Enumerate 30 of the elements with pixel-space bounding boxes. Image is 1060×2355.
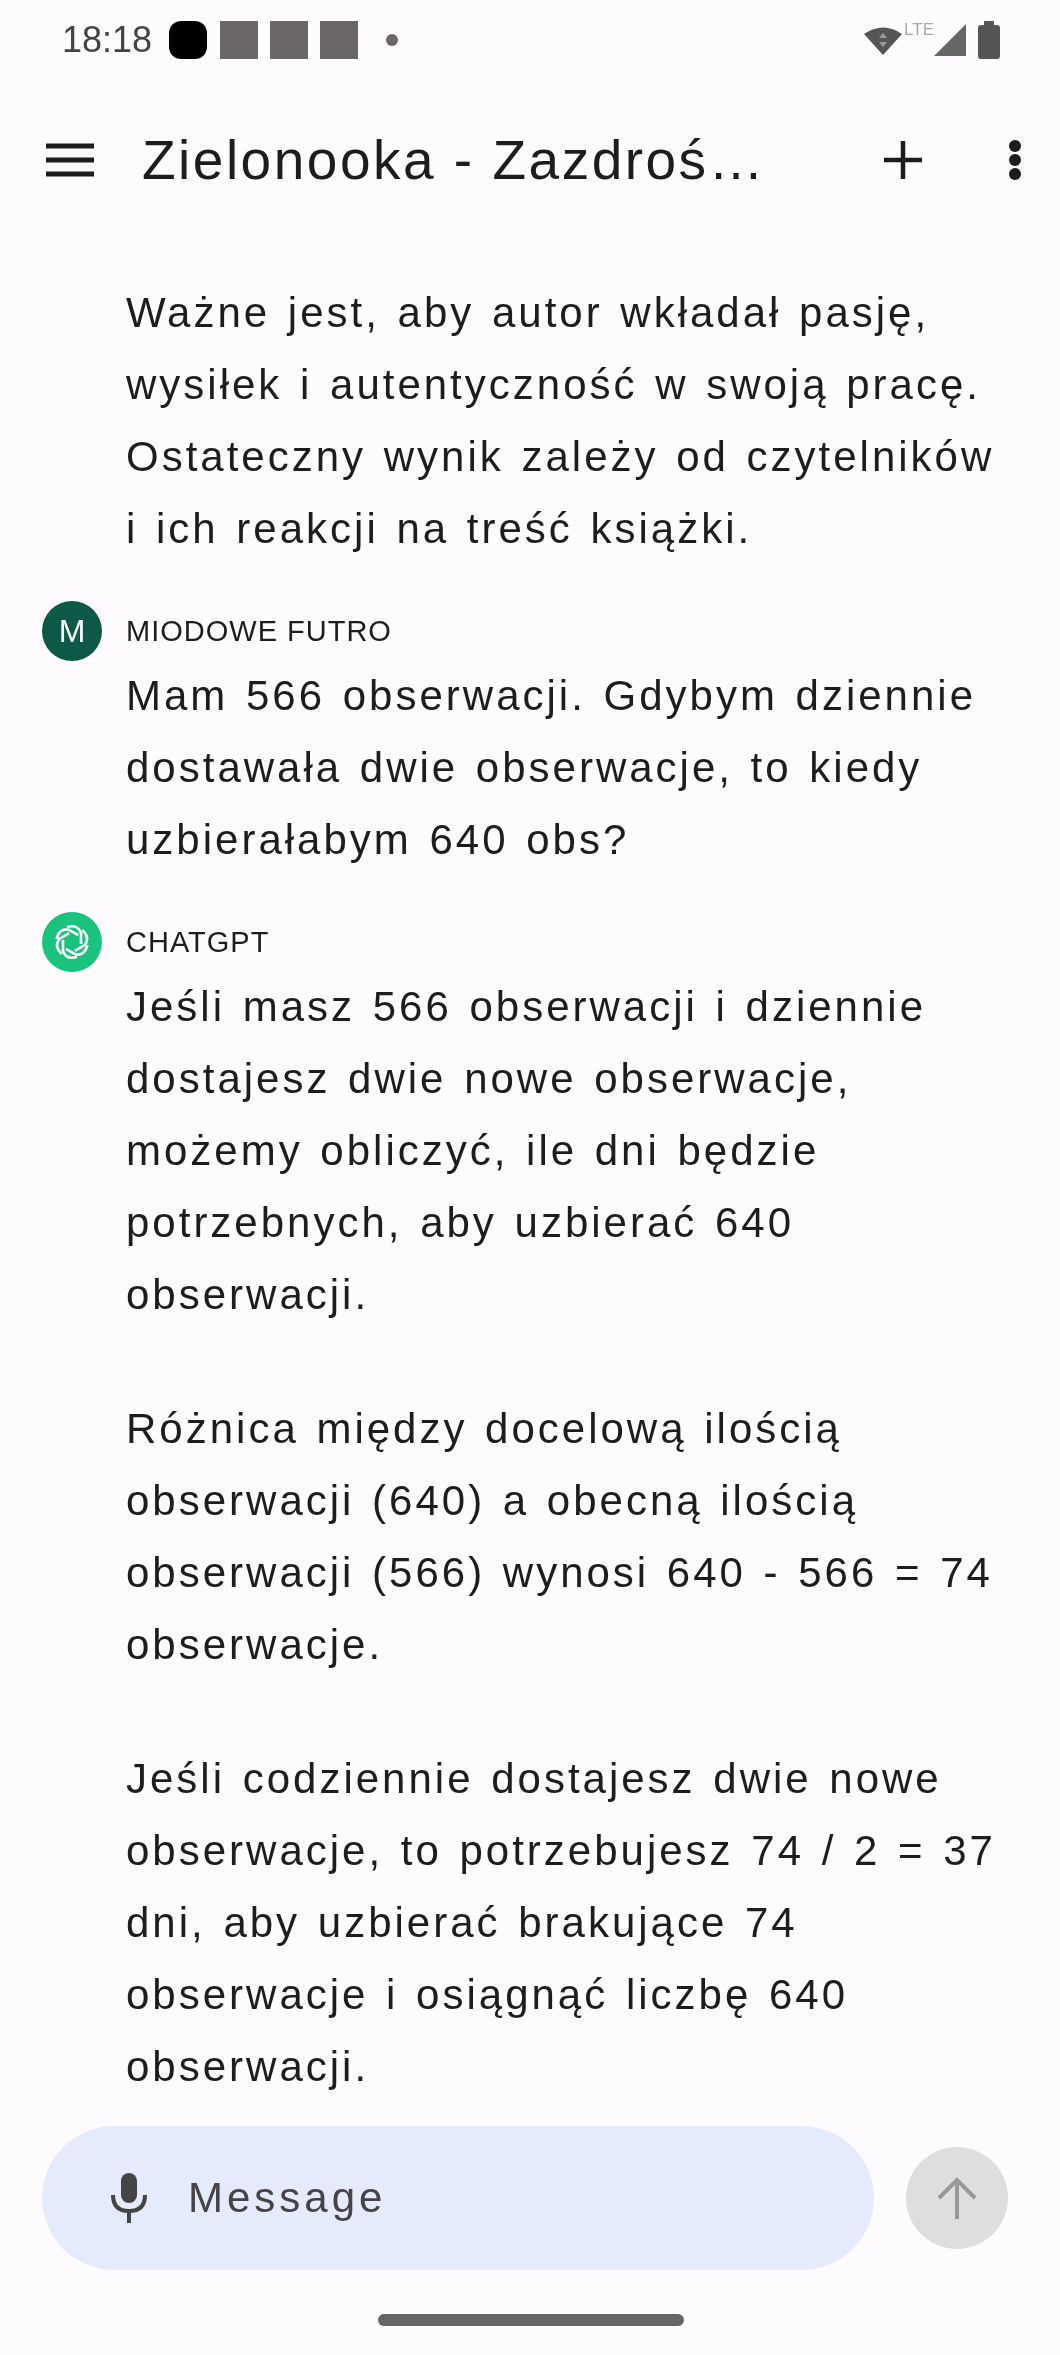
notification-icon	[220, 21, 259, 59]
notification-icon	[320, 21, 359, 59]
signal-icon	[934, 24, 966, 56]
sender-name: CHATGPT	[126, 925, 270, 959]
message-text: Różnica między docelową ilością obserwacji (640) a obecną ilością obserwacji (566) wynosi 640 - 566 = 74 obserwacje.	[126, 1404, 994, 1670]
message-text: Jeśli codziennie dostajesz dwie nowe obserwacje, to potrzebujesz 74 / 2 = 37 dni, aby uzbierać brakujące 74 obserwacje i osiągnąć liczbę 640 obserwacji.	[126, 1754, 997, 2092]
avatar: M	[42, 601, 102, 661]
wifi-icon	[864, 25, 903, 55]
message-field[interactable]: Message	[42, 2126, 874, 2270]
more-options-button[interactable]	[1008, 139, 1022, 181]
battery-icon	[978, 21, 1000, 59]
network-type: LTE	[904, 20, 934, 40]
message-text: Ważne jest, aby autor wkładał pasję, wysiłek i autentyczność w swoją pracę. Ostateczny wynik zależy od czytelników i ich reakcji na treść książki.	[126, 288, 996, 554]
message-text: Mam 566 obserwacji. Gdybym dziennie dostawała dwie obserwacje, to kiedy uzbierałabym 640 obs?	[126, 671, 977, 865]
menu-button[interactable]	[46, 143, 94, 177]
sender-name: MIODOWE FUTRO	[126, 614, 392, 648]
knot-logo-icon	[52, 922, 92, 962]
plus-icon	[884, 141, 922, 179]
message-input[interactable]: Message	[186, 2173, 790, 2223]
more-notifications-icon	[386, 34, 399, 46]
chat-title: Zielonooka - Zazdroś…	[142, 128, 768, 192]
microphone-icon	[110, 2173, 148, 2223]
arrow-up-icon	[936, 2177, 978, 2219]
more-options-icon	[1008, 139, 1022, 181]
app-notification-icon	[168, 20, 209, 60]
message-text: Jeśli masz 566 obserwacji i dziennie dostajesz dwie nowe obserwacje, możemy obliczyć, ile dni będzie potrzebnych, aby uzbierać 640 obserwacji.	[126, 982, 927, 1320]
notification-icon	[270, 21, 309, 59]
menu-icon	[46, 143, 94, 177]
status-time: 18:18	[62, 19, 153, 61]
new-chat-button[interactable]	[884, 141, 922, 179]
